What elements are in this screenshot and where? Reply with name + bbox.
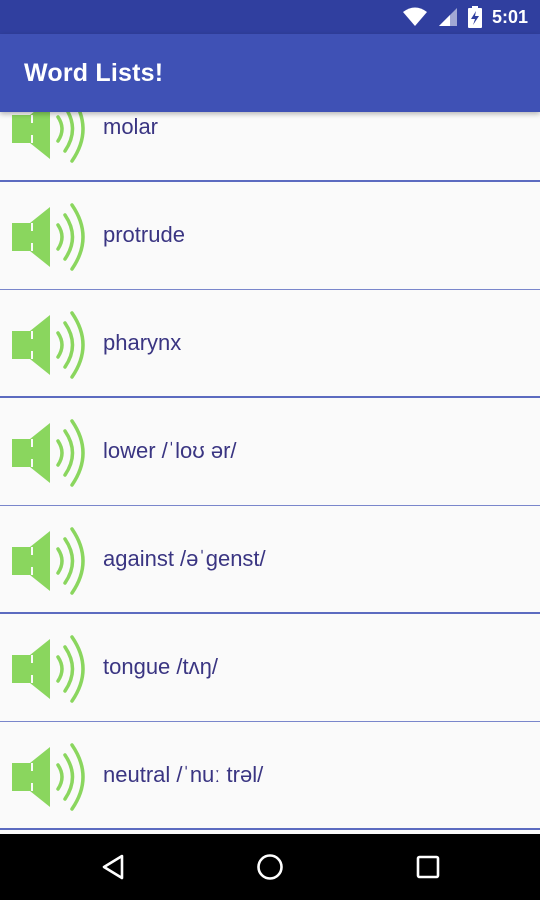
word-list-item[interactable]: molar <box>0 112 540 182</box>
word-label: protrude <box>103 222 185 247</box>
speaker-icon[interactable] <box>8 417 98 489</box>
status-bar: 5:01 <box>0 0 540 34</box>
back-icon <box>102 854 124 880</box>
home-icon <box>257 854 283 880</box>
word-list[interactable]: molar protrude pharynx lower /ˈloʊ ər/again… <box>0 112 540 834</box>
word-list-item[interactable]: protrude <box>0 182 540 290</box>
word-label: neutral /ˈnuː trəl/ <box>103 762 264 787</box>
word-label: lower /ˈloʊ ər/ <box>103 438 237 463</box>
speaker-icon[interactable] <box>8 741 98 813</box>
word-label: against /əˈgenst/ <box>103 546 266 571</box>
speaker-icon[interactable] <box>8 309 98 381</box>
status-icons: 5:01 <box>402 0 528 34</box>
word-label: molar <box>103 114 159 139</box>
cell-signal-icon <box>438 8 457 26</box>
speaker-icon[interactable] <box>8 112 98 165</box>
word-list-item[interactable]: against /əˈgenst/ <box>0 506 540 614</box>
word-label: tongue /tʌŋ/ <box>103 654 218 679</box>
back-button[interactable] <box>93 847 133 887</box>
word-list-item[interactable]: neutral /ˈnuː trəl/ <box>0 722 540 830</box>
app-title: Word Lists! <box>24 59 164 87</box>
word-label: pharynx <box>103 330 182 355</box>
speaker-icon[interactable] <box>8 525 98 597</box>
navigation-bar <box>0 834 540 900</box>
speaker-icon[interactable] <box>8 633 98 705</box>
speaker-icon[interactable] <box>8 201 98 273</box>
word-list-items: molar protrude pharynx lower /ˈloʊ ər/again… <box>0 112 540 830</box>
status-time: 5:01 <box>491 6 528 27</box>
word-list-item[interactable]: lower /ˈloʊ ər/ <box>0 398 540 506</box>
home-button[interactable] <box>250 847 290 887</box>
recents-icon <box>416 855 440 879</box>
app-bar: Word Lists! <box>0 34 540 112</box>
word-list-item[interactable]: pharynx <box>0 290 540 398</box>
wifi-icon <box>402 7 427 26</box>
word-list-item[interactable]: tongue /tʌŋ/ <box>0 614 540 722</box>
recents-button[interactable] <box>408 847 448 887</box>
battery-charging-icon <box>467 6 482 28</box>
